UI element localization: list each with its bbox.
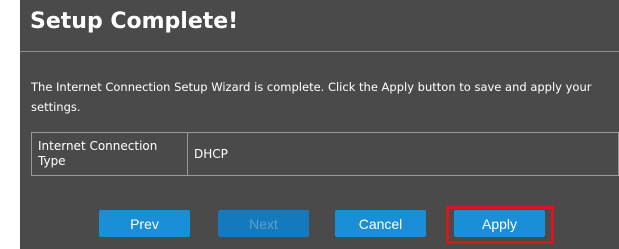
table-row: Internet Connection Type DHCP [31,132,619,176]
page-title: Setup Complete! [30,9,239,34]
title-divider [20,51,619,52]
wizard-description: The Internet Connection Setup Wizard is … [31,80,592,114]
cancel-button[interactable]: Cancel [335,210,426,237]
connection-type-label: Internet Connection Type [31,132,188,176]
connection-summary-table: Internet Connection Type DHCP [31,132,619,176]
next-button: Next [218,210,309,237]
connection-type-value: DHCP [187,132,619,176]
apply-highlight-box [446,206,554,244]
prev-button[interactable]: Prev [99,210,190,237]
setup-wizard-panel: Setup Complete! The Internet Connection … [20,0,619,249]
